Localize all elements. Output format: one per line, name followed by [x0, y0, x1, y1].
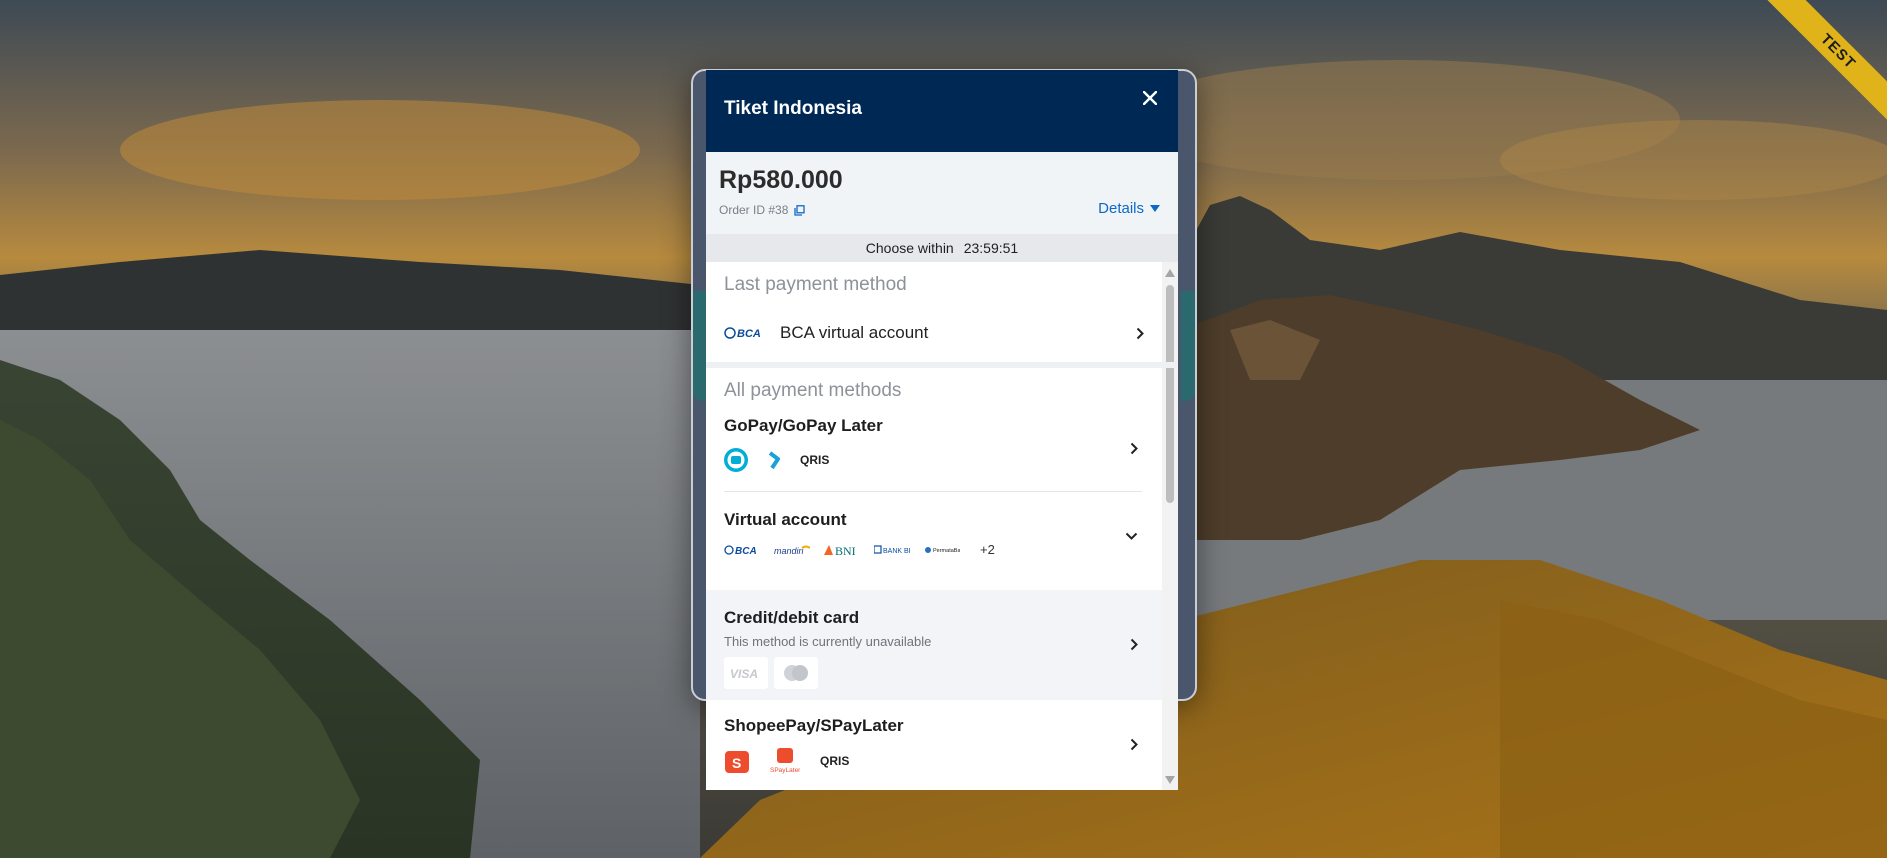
svg-text:QRIS: QRIS — [820, 754, 849, 768]
bri-logo-icon: BANK BRI — [874, 544, 910, 555]
countdown-bar: Choose within 23:59:51 — [706, 234, 1178, 262]
shopeepay-logo-icon: S — [725, 751, 749, 773]
shopeepay-logos: S SPayLater QRIS — [724, 748, 1142, 774]
method-shopeepay-name: ShopeePay/SPayLater — [724, 716, 904, 735]
bca-logo-icon: BCA — [724, 327, 761, 340]
all-payment-section: All payment methods GoPay/GoPay Later QR… — [706, 368, 1178, 790]
payment-method-list[interactable]: Last payment method BCA BCA virtual acco… — [706, 262, 1178, 790]
background-card-image-right — [1181, 291, 1195, 401]
gopay-logos: QRIS — [724, 448, 1142, 472]
mastercard-logo-icon — [774, 657, 818, 689]
chevron-right-icon — [1130, 738, 1138, 751]
mandiri-logo-icon: mandiri — [774, 545, 810, 556]
visa-logo-icon: VISA — [724, 657, 768, 689]
method-gopay[interactable]: GoPay/GoPay Later QRIS — [724, 402, 1142, 492]
svg-text:BANK BRI: BANK BRI — [883, 548, 910, 555]
chevron-right-icon — [1136, 327, 1144, 339]
svg-text:BCA: BCA — [737, 328, 761, 340]
qris-logo-icon: QRIS — [800, 453, 829, 467]
va-bank-logos: BCA mandiri BNI BANK BRI — [724, 542, 1142, 557]
order-id-text: Order ID #38 — [719, 203, 789, 217]
method-credit-debit-card[interactable]: Credit/debit card This method is current… — [706, 590, 1162, 700]
last-payment-title: Last payment method — [724, 274, 907, 295]
svg-text:BCA: BCA — [735, 546, 757, 556]
copy-icon[interactable] — [794, 204, 806, 216]
svg-text:S: S — [732, 755, 741, 771]
details-label: Details — [1098, 200, 1144, 217]
last-payment-section: Last payment method BCA BCA virtual acco… — [706, 262, 1178, 368]
close-icon — [1143, 91, 1157, 105]
details-link[interactable]: Details — [1098, 200, 1160, 217]
payment-modal: Tiket Indonesia Rp580.000 Order ID #38 D… — [706, 70, 1178, 790]
method-card-name: Credit/debit card — [724, 608, 860, 627]
gopaylater-logo-icon — [768, 451, 780, 470]
svg-text:mandiri: mandiri — [774, 546, 805, 556]
method-virtual-account[interactable]: Virtual account BCA mandiri BNI BANK B P… — [724, 492, 1142, 590]
bni-logo-icon: BNI — [824, 544, 856, 557]
countdown-label: Choose within — [865, 240, 954, 256]
all-payment-title: All payment methods — [724, 380, 902, 401]
qris-logo-icon: QRIS — [820, 754, 849, 768]
va-more-count: +2 — [980, 542, 995, 557]
last-payment-label: BCA virtual account — [780, 323, 929, 342]
chevron-right-icon — [1130, 442, 1138, 455]
modal-header: Tiket Indonesia — [706, 70, 1178, 152]
background-card-image-left — [693, 291, 707, 401]
method-gopay-name: GoPay/GoPay Later — [724, 416, 883, 435]
spaylater-logo-icon: SPayLater — [770, 748, 800, 774]
test-ribbon: TEST — [1757, 0, 1887, 130]
card-network-logos: VISA — [724, 657, 1144, 689]
last-payment-bca-va[interactable]: BCA BCA virtual account — [724, 318, 1144, 348]
scroll-down-arrow-icon[interactable] — [1165, 776, 1175, 784]
countdown-value: 23:59:51 — [963, 240, 1019, 256]
svg-text:QRIS: QRIS — [800, 453, 829, 467]
method-va-name: Virtual account — [724, 510, 847, 529]
svg-text:PermataBank: PermataBank — [933, 548, 960, 554]
svg-text:VISA: VISA — [730, 667, 758, 679]
svg-text:SPayLater: SPayLater — [770, 767, 800, 774]
gopay-logo-icon — [724, 448, 748, 472]
svg-text:BNI: BNI — [835, 544, 856, 557]
merchant-name: Tiket Indonesia — [724, 98, 862, 119]
chevron-right-icon — [1130, 638, 1138, 651]
close-button[interactable] — [1136, 84, 1164, 112]
bca-logo-icon: BCA — [724, 544, 757, 556]
order-amount: Rp580.000 — [719, 166, 843, 194]
order-id: Order ID #38 — [719, 203, 806, 217]
test-ribbon-label: TEST — [1761, 0, 1887, 129]
chevron-down-icon — [1125, 532, 1138, 540]
caret-down-icon — [1150, 205, 1160, 212]
method-shopeepay[interactable]: ShopeePay/SPayLater S SPayLater QRIS — [724, 700, 1142, 790]
method-card-unavailable-note: This method is currently unavailable — [724, 634, 932, 649]
order-summary: Rp580.000 Order ID #38 Details — [706, 152, 1178, 234]
permata-logo-icon: PermataBank — [925, 546, 960, 554]
